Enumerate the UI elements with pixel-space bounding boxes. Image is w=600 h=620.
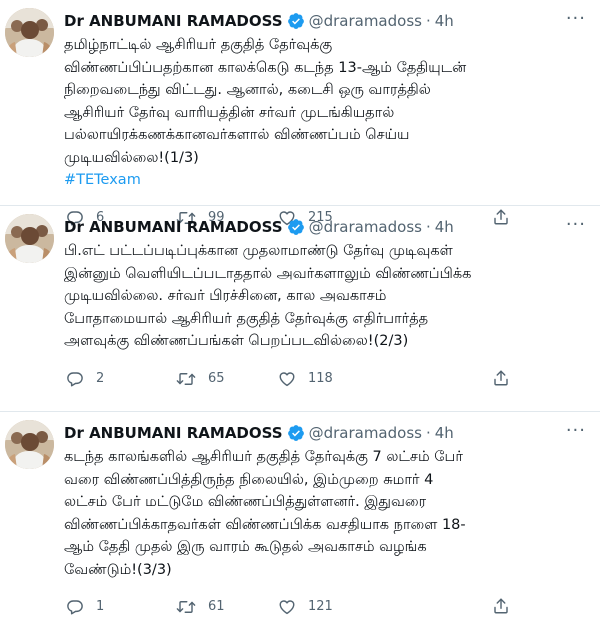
tweet-text-line: முடியவில்லை. சர்வர் பிரச்சினை, கால அவகாச… <box>64 288 387 304</box>
tweet-text-line: வேண்டும்!(3/3) <box>64 561 172 578</box>
reply-button[interactable]: 1 <box>66 597 104 617</box>
heart-icon <box>278 598 308 616</box>
retweet-count: 65 <box>208 370 225 386</box>
tweet-actions: 1 61 121 <box>66 597 526 617</box>
tweet-text-line: ஆசிரியர் தேர்வு வாரியத்தின் சர்வர் முடங்… <box>64 104 395 121</box>
retweet-count: 61 <box>208 599 225 614</box>
like-count: 118 <box>308 370 333 386</box>
reply-icon <box>66 370 96 388</box>
tweet-text-line: இன்னும் வெளியிடப்படாததால் அவர்களாலும் வி… <box>64 265 472 282</box>
tweet[interactable]: Dr ANBUMANI RAMADOSS @draramadoss · 4h ·… <box>0 206 600 412</box>
separator-dot: · <box>425 218 431 236</box>
share-icon <box>492 597 522 615</box>
reply-button[interactable]: 2 <box>66 369 104 389</box>
tweet-header: Dr ANBUMANI RAMADOSS @draramadoss · 4h <box>64 11 454 31</box>
tweet[interactable]: Dr ANBUMANI RAMADOSS @draramadoss · 4h ·… <box>0 0 600 225</box>
tweet-text-line: முடியவில்லை!(1/3) <box>64 149 199 166</box>
retweet-icon <box>176 598 208 616</box>
tweet-text-line: போதாமையால் ஆசிரியர் தகுதித் தேர்வுக்கு எ… <box>64 310 429 327</box>
tweet-text: தமிழ்நாட்டில் ஆசிரியர் தகுதித் தேர்வுக்க… <box>64 34 584 192</box>
tweet-header: Dr ANBUMANI RAMADOSS @draramadoss · 4h <box>64 423 454 443</box>
heart-icon <box>278 370 308 388</box>
avatar[interactable] <box>5 8 54 57</box>
retweet-button[interactable]: 65 <box>176 369 225 389</box>
author-name[interactable]: Dr ANBUMANI RAMADOSS <box>64 423 283 443</box>
separator-dot: · <box>425 12 431 30</box>
separator-dot: · <box>425 424 431 442</box>
tweet-text-line: வரை விண்ணப்பித்திருந்த நிலையில், இம்முறை… <box>64 471 434 488</box>
author-name[interactable]: Dr ANBUMANI RAMADOSS <box>64 217 283 237</box>
tweet-text-line: அளவுக்கு விண்ணப்பங்கள் பெறப்படவில்லை!(2/… <box>64 333 409 349</box>
reply-count: 1 <box>96 599 105 614</box>
tweet-text-line: தமிழ்நாட்டில் ஆசிரியர் தகுதித் தேர்வுக்க… <box>64 37 333 53</box>
hashtag-link[interactable]: #TETexam <box>64 169 584 192</box>
share-icon <box>492 369 522 387</box>
verified-badge-icon <box>287 12 305 30</box>
reply-icon <box>66 598 96 616</box>
tweet-actions: 2 65 118 <box>66 369 526 389</box>
tweet-text-line: ஆம் தேதி முதல் இரு வாரம் கூடுதல் அவகாசம்… <box>64 539 427 555</box>
tweet-text-line: பி.எட் பட்டப்படிப்புக்கான முதலாமாண்டு தே… <box>64 243 453 259</box>
share-button[interactable] <box>492 369 522 387</box>
tweet-text-line: லட்சம் பேர் மட்டுமே விண்ணப்பித்துள்ளனர்.… <box>64 494 427 510</box>
share-button[interactable] <box>492 597 522 615</box>
author-handle[interactable]: @draramadoss <box>309 11 422 31</box>
tweet-thread: Dr ANBUMANI RAMADOSS @draramadoss · 4h ·… <box>0 0 600 618</box>
verified-badge-icon <box>287 424 305 442</box>
avatar[interactable] <box>5 420 54 469</box>
avatar[interactable] <box>5 214 54 263</box>
more-options-icon[interactable]: ··· <box>566 422 586 440</box>
tweet-text-line: விண்ணப்பிப்பதற்கான காலக்கெடு கடந்த 13-ஆம… <box>64 59 467 76</box>
more-options-icon[interactable]: ··· <box>566 10 586 28</box>
tweet-text-line: விண்ணப்பிக்காதவர்கள் விண்ணப்பிக்க வசதியா… <box>64 516 466 533</box>
tweet-text: கடந்த காலங்களில் ஆசிரியர் தகுதித் தேர்வு… <box>64 446 584 581</box>
author-handle[interactable]: @draramadoss <box>309 423 422 443</box>
timestamp-link[interactable]: 4h <box>435 217 454 237</box>
timestamp-link[interactable]: 4h <box>435 423 454 443</box>
tweet[interactable]: Dr ANBUMANI RAMADOSS @draramadoss · 4h ·… <box>0 412 600 618</box>
tweet-header: Dr ANBUMANI RAMADOSS @draramadoss · 4h <box>64 217 454 237</box>
author-handle[interactable]: @draramadoss <box>309 217 422 237</box>
like-button[interactable]: 121 <box>278 597 333 617</box>
verified-badge-icon <box>287 218 305 236</box>
tweet-text: பி.எட் பட்டப்படிப்புக்கான முதலாமாண்டு தே… <box>64 240 584 353</box>
tweet-text-line: கடந்த காலங்களில் ஆசிரியர் தகுதித் தேர்வு… <box>64 449 463 465</box>
like-button[interactable]: 118 <box>278 369 333 389</box>
retweet-icon <box>176 370 208 388</box>
retweet-button[interactable]: 61 <box>176 597 225 617</box>
author-name[interactable]: Dr ANBUMANI RAMADOSS <box>64 11 283 31</box>
tweet-text-line: பல்லாயிரக்கணக்கானவர்களால் விண்ணப்பம் செய… <box>64 127 410 143</box>
like-count: 121 <box>308 599 333 614</box>
reply-count: 2 <box>96 370 105 386</box>
timestamp-link[interactable]: 4h <box>435 11 454 31</box>
tweet-text-line: நிறைவடைந்து விட்டது. ஆனால், கடைசி ஒரு வா… <box>64 82 431 98</box>
more-options-icon[interactable]: ··· <box>566 216 586 234</box>
